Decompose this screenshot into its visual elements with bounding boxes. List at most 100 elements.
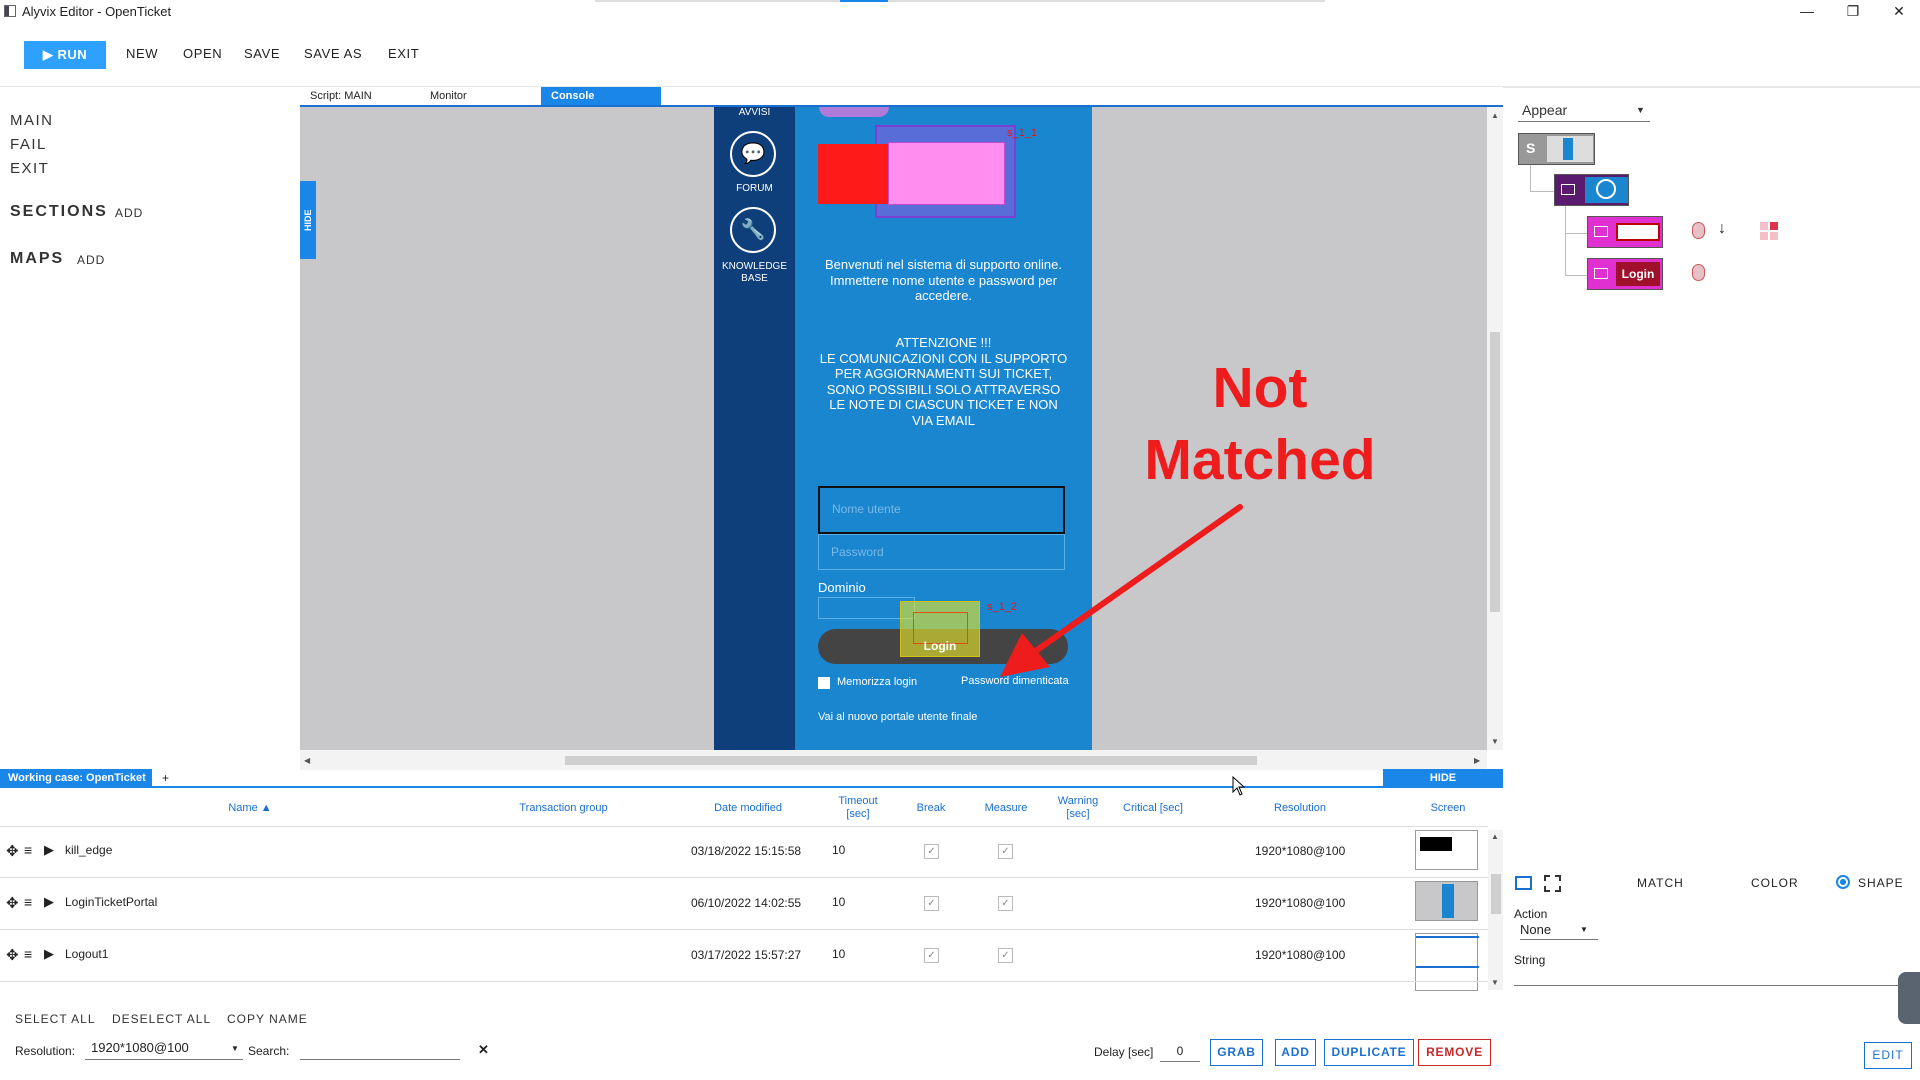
script-exit[interactable]: EXIT <box>10 160 49 177</box>
select-all-button[interactable]: SELECT ALL <box>15 1012 96 1026</box>
break-checkbox[interactable]: ✓ <box>924 844 939 859</box>
remember-checkbox[interactable] <box>818 677 830 689</box>
add-case-button[interactable]: + <box>162 771 169 785</box>
run-button[interactable]: ▶ RUN <box>24 41 106 69</box>
grab-button[interactable]: GRAB <box>1210 1039 1263 1066</box>
row-timeout[interactable]: 10 <box>832 843 845 857</box>
match-option[interactable]: MATCH <box>1637 876 1684 890</box>
row-screen-thumb[interactable] <box>1415 933 1479 991</box>
table-scroll-thumb[interactable] <box>1491 874 1501 914</box>
mouse-icon[interactable] <box>1692 264 1705 281</box>
tree-child-node[interactable] <box>1554 174 1629 206</box>
hide-left-tab[interactable]: HIDE <box>300 181 316 259</box>
delay-input[interactable]: 0 <box>1160 1040 1200 1062</box>
measure-checkbox[interactable]: ✓ <box>998 948 1013 963</box>
break-checkbox[interactable]: ✓ <box>924 896 939 911</box>
scroll-right-icon[interactable]: ▶ <box>1474 756 1480 765</box>
table-scrollbar[interactable]: ▲ ▼ <box>1488 830 1503 990</box>
string-input[interactable] <box>1514 985 1900 986</box>
search-input[interactable] <box>300 1040 460 1060</box>
header-resolution[interactable]: Resolution <box>1260 802 1340 815</box>
screenshot-viewport[interactable]: AVVISI 💬 FORUM 🔧 KNOWLEDGE BASE s_1_1 Be… <box>300 107 1487 750</box>
measure-checkbox[interactable]: ✓ <box>998 844 1013 859</box>
script-fail[interactable]: FAIL <box>10 136 47 153</box>
scroll-up-icon[interactable]: ▲ <box>1491 111 1499 120</box>
header-screen[interactable]: Screen <box>1418 802 1478 815</box>
tab-monitor[interactable]: Monitor <box>420 87 541 105</box>
working-case-tab[interactable]: Working case: OpenTicket <box>0 769 152 787</box>
header-measure[interactable]: Measure <box>976 802 1036 815</box>
color-option[interactable]: COLOR <box>1751 876 1799 890</box>
tab-console[interactable]: Console <box>541 87 661 105</box>
exit-button[interactable]: EXIT <box>388 46 419 61</box>
scroll-up-icon[interactable]: ▲ <box>1491 832 1499 841</box>
play-row-icon[interactable]: ▶ <box>44 894 54 910</box>
minimize-icon[interactable]: — <box>1784 0 1830 24</box>
header-transaction-group[interactable]: Transaction group <box>500 802 627 815</box>
header-name[interactable]: Name ▲ <box>210 802 290 815</box>
horizontal-scroll-thumb[interactable] <box>565 756 1257 765</box>
list-icon[interactable]: ≡ <box>24 842 32 858</box>
row-name[interactable]: LoginTicketPortal <box>65 895 157 909</box>
copy-name-button[interactable]: COPY NAME <box>227 1012 308 1026</box>
tree-root-node[interactable]: S <box>1518 133 1595 165</box>
play-row-icon[interactable]: ▶ <box>44 946 54 962</box>
row-timeout[interactable]: 10 <box>832 947 845 961</box>
viewport-vertical-scrollbar[interactable]: ▲ ▼ <box>1487 107 1503 750</box>
trigger-mode-dropdown[interactable]: Appear ▼ <box>1518 102 1650 122</box>
arrow-down-icon[interactable]: ↓ <box>1718 220 1726 238</box>
scroll-left-icon[interactable]: ◀ <box>304 756 310 765</box>
header-date-modified[interactable]: Date modified <box>700 802 796 815</box>
shape-option[interactable]: SHAPE <box>1858 876 1904 890</box>
restore-icon[interactable]: ❐ <box>1830 0 1876 24</box>
measure-checkbox[interactable]: ✓ <box>998 896 1013 911</box>
list-icon[interactable]: ≡ <box>24 894 32 910</box>
tab-script-main[interactable]: Script: MAIN <box>300 87 420 105</box>
tree-leaf-node-2[interactable]: Login <box>1587 258 1663 290</box>
header-timeout[interactable]: Timeout [sec] <box>828 795 888 821</box>
move-icon[interactable]: ✥ <box>6 894 19 912</box>
add-button[interactable]: ADD <box>1275 1039 1316 1066</box>
edit-button[interactable]: EDIT <box>1864 1042 1912 1069</box>
scroll-down-icon[interactable]: ▼ <box>1491 737 1499 746</box>
close-icon[interactable]: ✕ <box>1876 0 1920 24</box>
remove-button[interactable]: REMOVE <box>1418 1039 1491 1066</box>
vertical-scroll-thumb[interactable] <box>1490 332 1500 612</box>
fullscreen-icon[interactable] <box>1544 875 1561 892</box>
break-checkbox[interactable]: ✓ <box>924 948 939 963</box>
duplicate-button[interactable]: DUPLICATE <box>1324 1039 1414 1066</box>
row-name[interactable]: Logout1 <box>65 947 108 961</box>
viewport-horizontal-scrollbar[interactable]: ◀ ▶ <box>300 750 1487 770</box>
row-screen-thumb[interactable] <box>1415 881 1478 921</box>
save-button[interactable]: SAVE <box>244 46 280 61</box>
scroll-down-icon[interactable]: ▼ <box>1491 978 1499 987</box>
script-main[interactable]: MAIN <box>10 112 54 129</box>
add-map-button[interactable]: ADD <box>77 253 105 267</box>
shape-radio[interactable] <box>1836 875 1850 889</box>
deselect-all-button[interactable]: DESELECT ALL <box>112 1012 211 1026</box>
row-timeout[interactable]: 10 <box>832 895 845 909</box>
new-button[interactable]: NEW <box>126 46 158 61</box>
play-row-icon[interactable]: ▶ <box>44 842 54 858</box>
open-button[interactable]: OPEN <box>183 46 222 61</box>
header-break[interactable]: Break <box>906 802 956 815</box>
mouse-icon[interactable] <box>1692 222 1705 239</box>
list-icon[interactable]: ≡ <box>24 946 32 962</box>
new-portal-link[interactable]: Vai al nuovo portale utente finale <box>818 711 977 723</box>
header-critical[interactable]: Critical [sec] <box>1115 802 1191 815</box>
action-select[interactable]: None ▼ <box>1520 922 1598 940</box>
save-as-button[interactable]: SAVE AS <box>304 46 362 61</box>
resolution-select[interactable]: 1920*1080@100 ▼ <box>85 1040 243 1060</box>
clear-search-icon[interactable]: ✕ <box>478 1042 489 1058</box>
header-warning[interactable]: Warning [sec] <box>1050 795 1106 821</box>
image-mode-icon[interactable] <box>1515 876 1532 890</box>
tree-leaf-node-1[interactable] <box>1587 216 1663 248</box>
hide-bottom-button[interactable]: HIDE <box>1383 769 1503 787</box>
scroll-icon[interactable] <box>1760 222 1780 242</box>
row-name[interactable]: kill_edge <box>65 843 112 857</box>
side-handle[interactable] <box>1898 972 1920 1024</box>
move-icon[interactable]: ✥ <box>6 946 19 964</box>
move-icon[interactable]: ✥ <box>6 842 19 860</box>
add-section-button[interactable]: ADD <box>115 206 143 220</box>
row-screen-thumb[interactable] <box>1415 830 1478 870</box>
